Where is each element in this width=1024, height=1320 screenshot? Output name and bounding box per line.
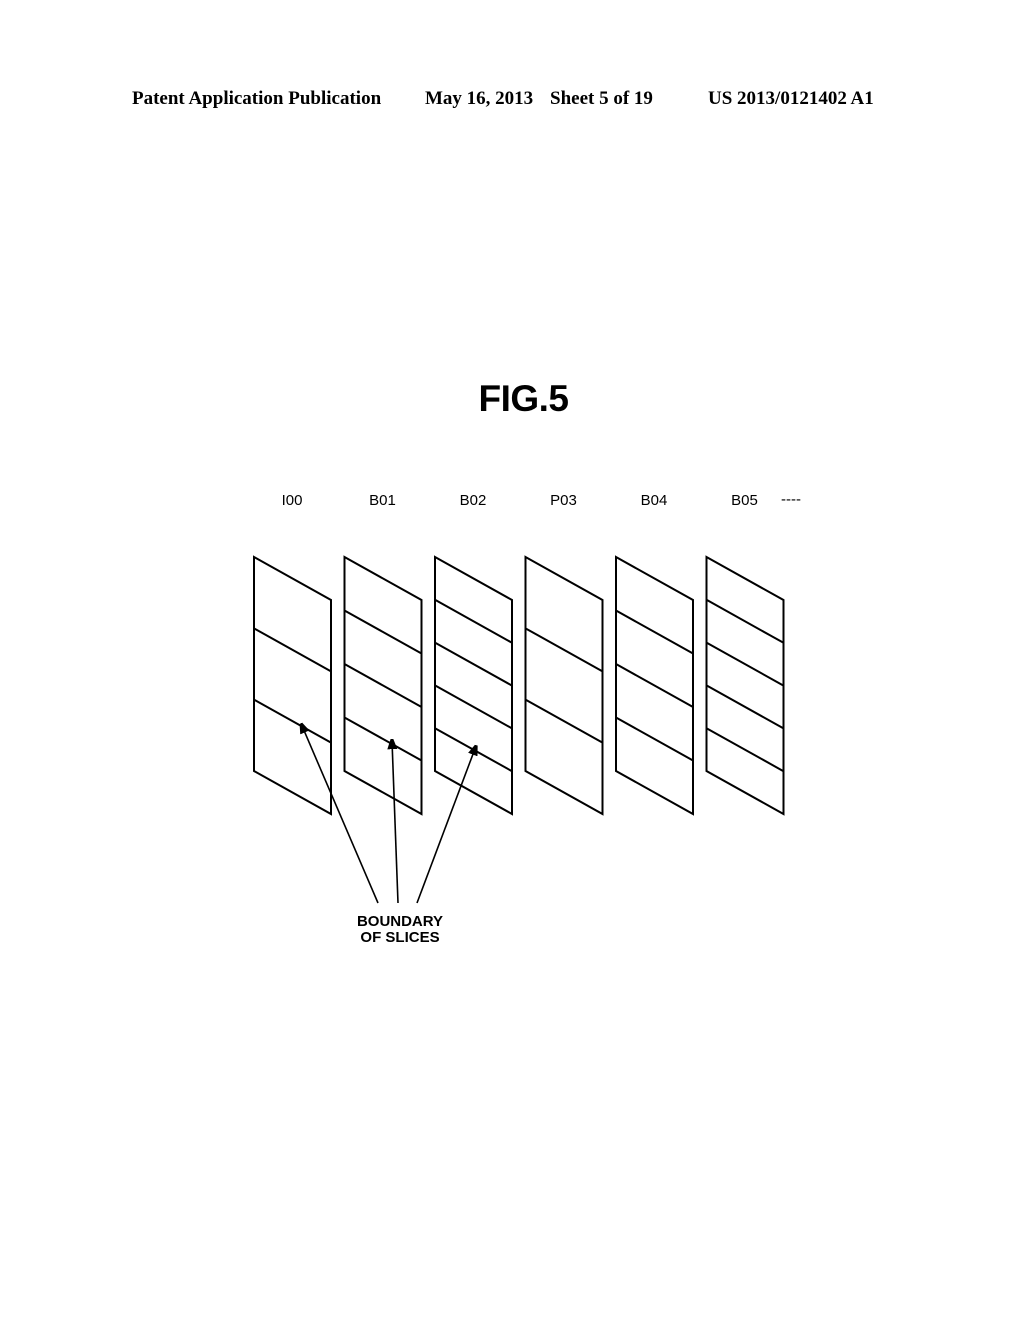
frame-label-b02: B02 <box>460 492 487 509</box>
frame-outline <box>253 555 332 816</box>
frame-b04 <box>615 555 694 816</box>
arrow-to-b02 <box>416 753 474 904</box>
frame-b02 <box>434 555 513 816</box>
slice-boundary <box>253 698 332 744</box>
frame-labels: I00 B01 B02 P03 B04 B05 <box>282 492 758 509</box>
slice-boundary <box>434 598 513 644</box>
slice-boundary <box>615 663 694 708</box>
continuation-dashes: ---- <box>781 491 801 508</box>
slice-boundary <box>615 716 694 762</box>
slice-boundary <box>253 627 332 673</box>
slice-boundary <box>344 609 422 655</box>
callout-line-1: BOUNDARY <box>357 913 443 930</box>
arrow-to-b01 <box>392 747 399 904</box>
slice-boundary <box>434 727 513 773</box>
slice-boundary <box>525 698 603 744</box>
frame-label-b01: B01 <box>369 492 396 509</box>
slice-boundary <box>706 727 784 773</box>
slice-boundary <box>434 684 513 730</box>
slice-boundary <box>525 627 603 673</box>
frame-b01 <box>343 555 423 816</box>
frame-label-p03: P03 <box>550 492 577 509</box>
frame-p03 <box>524 555 604 816</box>
frame-label-b04: B04 <box>641 492 668 509</box>
slice-diagram: I00 B01 B02 P03 B04 B05 ---- BOUNDARY OF SLIC… <box>253 491 801 946</box>
callout-line-2: OF SLICES <box>360 929 439 946</box>
frame-outline <box>705 555 785 816</box>
arrow-to-i00 <box>304 731 379 904</box>
slice-boundary <box>615 609 694 655</box>
slice-boundary <box>706 641 784 687</box>
frame-outline <box>434 555 513 816</box>
frame-i00 <box>253 555 332 816</box>
slice-boundary <box>344 716 422 762</box>
slice-boundary <box>434 641 513 687</box>
frame-label-i00: I00 <box>282 492 303 509</box>
frame-label-b05: B05 <box>731 492 758 509</box>
slice-boundary <box>706 684 784 730</box>
slice-boundary <box>706 598 784 644</box>
frames <box>253 555 785 816</box>
slice-boundary <box>344 663 422 708</box>
callout-arrows <box>304 731 474 904</box>
frame-outline <box>524 555 604 816</box>
frame-b05 <box>705 555 785 816</box>
